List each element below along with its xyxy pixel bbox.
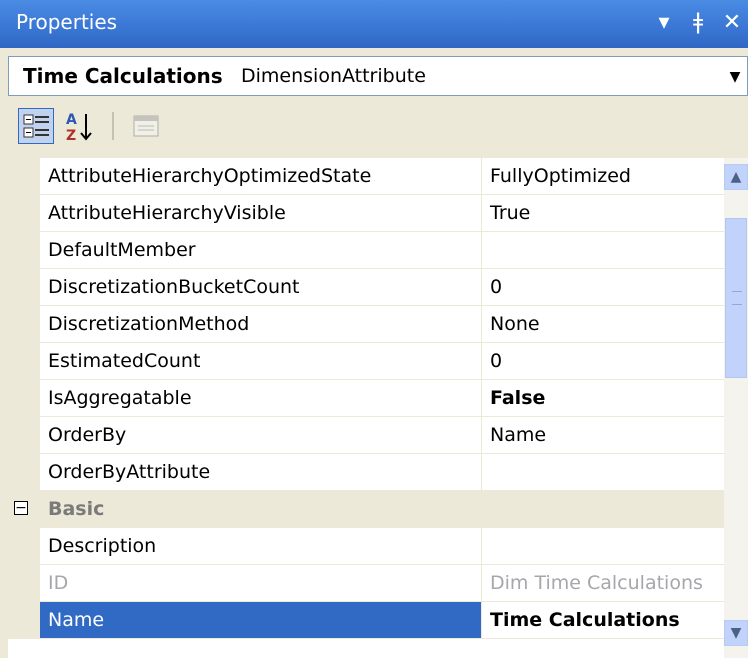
title-bar: Properties ▾ ǂ ✕ xyxy=(0,0,748,48)
object-type: DimensionAttribute xyxy=(241,65,426,87)
row-gutter xyxy=(8,380,40,416)
property-value[interactable] xyxy=(482,454,724,490)
categorized-icon xyxy=(23,114,49,138)
panel-title: Properties xyxy=(16,10,118,34)
row-gutter xyxy=(8,602,40,638)
object-selector[interactable]: Time Calculations DimensionAttribute ▼ xyxy=(8,56,748,96)
property-row[interactable]: Description xyxy=(8,528,724,565)
property-name: DiscretizationMethod xyxy=(40,306,482,342)
property-name: Description xyxy=(40,528,482,564)
property-value[interactable] xyxy=(482,232,724,268)
scrollbar-thumb[interactable] xyxy=(725,218,747,378)
row-gutter xyxy=(8,269,40,305)
scroll-down-icon[interactable]: ▼ xyxy=(724,620,748,646)
svg-text:A: A xyxy=(66,112,77,128)
toolbar-separator xyxy=(112,112,114,140)
property-value[interactable]: False xyxy=(482,380,724,416)
property-value[interactable]: None xyxy=(482,306,724,342)
property-value[interactable]: 0 xyxy=(482,269,724,305)
row-gutter xyxy=(8,232,40,268)
grip-icon xyxy=(732,291,742,305)
chevron-down-icon[interactable]: ▼ xyxy=(727,67,743,87)
property-name: IsAggregatable xyxy=(40,380,482,416)
property-pages-button[interactable] xyxy=(128,108,164,144)
property-row[interactable]: OrderBy Name xyxy=(8,417,724,454)
property-row[interactable]: OrderByAttribute xyxy=(8,454,724,491)
property-row-selected[interactable]: Name Time Calculations xyxy=(8,602,724,639)
alphabetical-button[interactable]: A Z xyxy=(62,108,98,144)
property-pages-icon xyxy=(133,115,159,137)
row-gutter xyxy=(8,454,40,490)
row-gutter xyxy=(8,195,40,231)
property-value[interactable]: FullyOptimized xyxy=(482,158,724,194)
auto-hide-pin-icon[interactable]: ǂ xyxy=(684,6,712,40)
categorized-button[interactable] xyxy=(18,108,54,144)
property-value[interactable]: True xyxy=(482,195,724,231)
property-name: AttributeHierarchyVisible xyxy=(40,195,482,231)
collapse-icon[interactable]: − xyxy=(14,501,28,515)
object-name: Time Calculations xyxy=(23,64,223,88)
property-row[interactable]: DiscretizationMethod None xyxy=(8,306,724,343)
property-grid: AttributeHierarchyOptimizedState FullyOp… xyxy=(8,158,724,658)
property-name: DefaultMember xyxy=(40,232,482,268)
row-gutter xyxy=(8,565,40,601)
property-row[interactable]: ID Dim Time Calculations xyxy=(8,565,724,602)
property-name: Name xyxy=(40,602,482,638)
toolbar: A Z xyxy=(8,102,748,150)
property-row[interactable]: IsAggregatable False xyxy=(8,380,724,417)
properties-panel: Properties ▾ ǂ ✕ Time Calculations Dimen… xyxy=(0,0,748,658)
property-name: OrderBy xyxy=(40,417,482,453)
property-name: OrderByAttribute xyxy=(40,454,482,490)
row-gutter xyxy=(8,158,40,194)
vertical-scrollbar[interactable]: ▲ ▼ xyxy=(724,158,748,658)
row-gutter xyxy=(8,306,40,342)
property-name: EstimatedCount xyxy=(40,343,482,379)
property-row[interactable]: AttributeHierarchyOptimizedState FullyOp… xyxy=(8,158,724,195)
property-value[interactable]: Name xyxy=(482,417,724,453)
property-value[interactable] xyxy=(482,528,724,564)
row-gutter xyxy=(8,528,40,564)
row-gutter xyxy=(8,343,40,379)
property-value[interactable]: 0 xyxy=(482,343,724,379)
window-position-dropdown-icon[interactable]: ▾ xyxy=(650,6,678,40)
property-name: DiscretizationBucketCount xyxy=(40,269,482,305)
property-row[interactable]: AttributeHierarchyVisible True xyxy=(8,195,724,232)
alphabetical-icon: A Z xyxy=(66,112,92,144)
property-row[interactable]: EstimatedCount 0 xyxy=(8,343,724,380)
svg-text:Z: Z xyxy=(66,128,76,144)
property-value[interactable]: Time Calculations xyxy=(482,602,724,638)
row-gutter xyxy=(8,417,40,453)
property-name: AttributeHierarchyOptimizedState xyxy=(40,158,482,194)
property-row[interactable]: DiscretizationBucketCount 0 xyxy=(8,269,724,306)
property-value: Dim Time Calculations xyxy=(490,572,703,594)
category-row-basic[interactable]: − Basic xyxy=(8,491,724,528)
category-label: Basic xyxy=(48,498,105,520)
scroll-up-icon[interactable]: ▲ xyxy=(724,164,748,190)
close-icon[interactable]: ✕ xyxy=(718,6,746,40)
property-row[interactable]: DefaultMember xyxy=(8,232,724,269)
property-name: ID xyxy=(40,565,482,601)
